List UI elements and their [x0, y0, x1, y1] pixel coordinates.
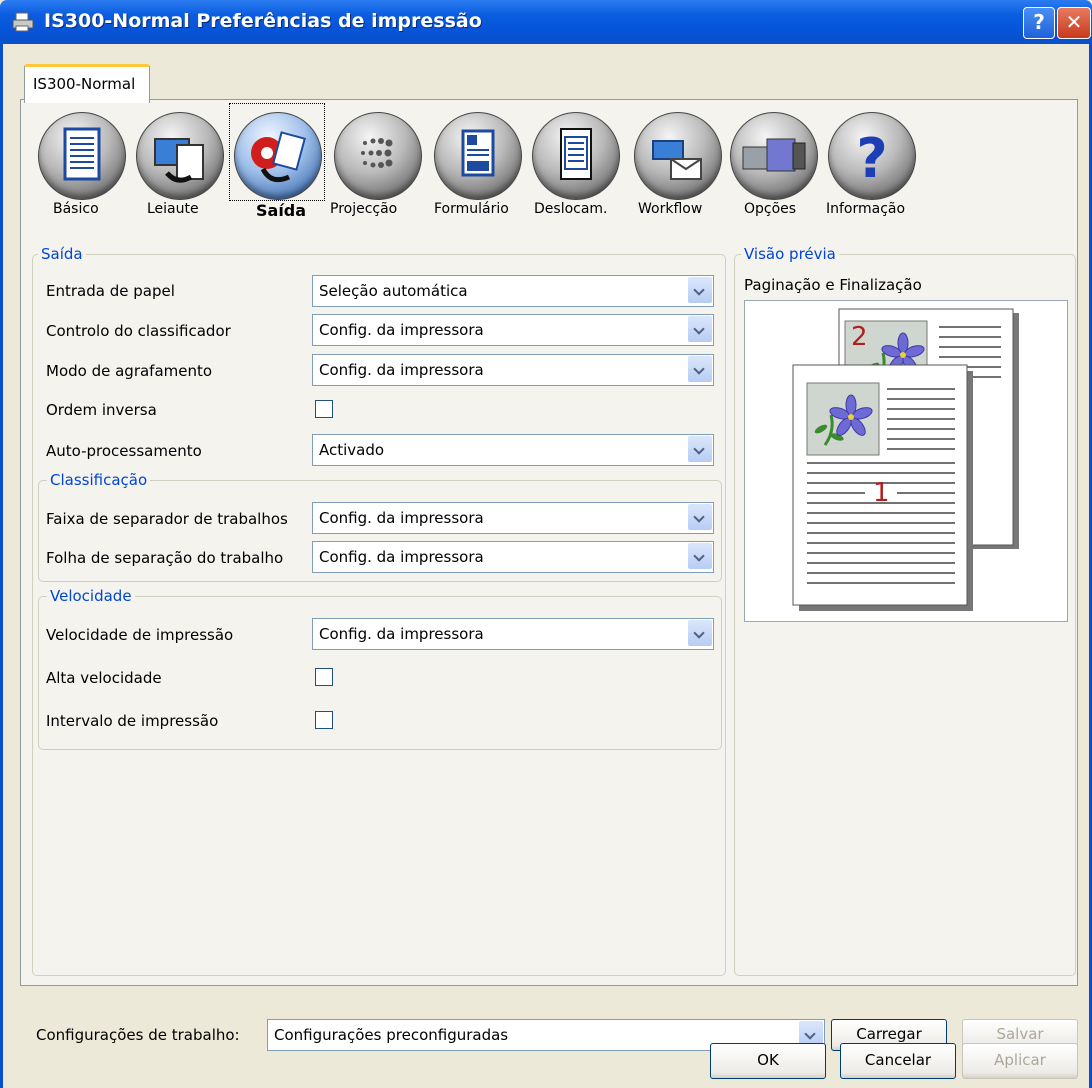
- window-border-left: [0, 44, 3, 1088]
- cancel-button[interactable]: Cancelar: [840, 1043, 956, 1079]
- separator-band-label: Faixa de separador de trabalhos: [46, 510, 288, 528]
- page-back-number: 2: [851, 322, 868, 352]
- toolbar-label-projeccao: Projecção: [330, 201, 398, 217]
- auto-process-value: Activado: [319, 441, 385, 459]
- sorter-control-label: Controlo do classificador: [46, 322, 231, 340]
- staple-mode-select[interactable]: Config. da impressora: [312, 354, 714, 386]
- window-title: IS300-Normal Preferências de impressão: [44, 10, 482, 32]
- print-speed-select[interactable]: Config. da impressora: [312, 618, 714, 650]
- output-icon: [234, 112, 322, 200]
- high-speed-label: Alta velocidade: [46, 669, 162, 687]
- workflow-icon: [634, 112, 722, 200]
- chevron-down-icon[interactable]: [688, 620, 712, 646]
- chevron-down-icon[interactable]: [688, 356, 712, 382]
- help-question-icon: ?: [828, 112, 916, 200]
- auto-process-select[interactable]: Activado: [312, 434, 714, 466]
- separator-band-select[interactable]: Config. da impressora: [312, 502, 714, 534]
- document-icon: [38, 112, 126, 200]
- separator-band-value: Config. da impressora: [319, 509, 484, 527]
- separator-sheet-select[interactable]: Config. da impressora: [312, 541, 714, 573]
- toolbar-item-saida[interactable]: Saída: [229, 103, 325, 230]
- reverse-order-label: Ordem inversa: [46, 401, 157, 419]
- print-interval-checkbox[interactable]: [315, 711, 333, 729]
- auto-process-label: Auto-processamento: [46, 442, 202, 460]
- paper-input-label: Entrada de papel: [46, 282, 175, 300]
- page-front-number: 1: [873, 478, 890, 508]
- chevron-down-icon[interactable]: [688, 504, 712, 530]
- chevron-down-icon[interactable]: [688, 436, 712, 462]
- toolbar-label-opcoes: Opções: [744, 201, 797, 217]
- chevron-down-icon[interactable]: [688, 277, 712, 303]
- paper-input-value: Seleção automática: [319, 282, 468, 300]
- toolbar-item-leiaute[interactable]: Leiaute: [134, 106, 224, 230]
- toolbar-label-deslocam: Deslocam.: [534, 201, 608, 217]
- category-toolbar: Básico Leiaute Saída Projecção Formulári…: [30, 103, 1070, 230]
- toolbar-label-basico: Básico: [53, 201, 99, 217]
- form-icon: [434, 112, 522, 200]
- preview-group-title: Visão prévia: [741, 245, 839, 263]
- toolbar-label-saida: Saída: [256, 201, 307, 220]
- tab-is300-normal[interactable]: IS300-Normal: [24, 64, 150, 103]
- paper-input-select[interactable]: Seleção automática: [312, 275, 714, 307]
- printer-icon: [12, 12, 34, 32]
- toolbar-item-workflow[interactable]: Workflow: [628, 106, 724, 230]
- chevron-down-icon[interactable]: [688, 316, 712, 342]
- high-speed-checkbox[interactable]: [315, 668, 333, 686]
- print-speed-value: Config. da impressora: [319, 625, 484, 643]
- toolbar-label-informacao: Informação: [826, 201, 906, 217]
- close-button[interactable]: ✕: [1057, 7, 1091, 39]
- toolbar-item-deslocam[interactable]: Deslocam.: [528, 106, 624, 230]
- staple-mode-value: Config. da impressora: [319, 361, 484, 379]
- halftone-icon: [334, 112, 422, 200]
- title-bar: IS300-Normal Preferências de impressão ?…: [0, 0, 1092, 44]
- output-group-title: Saída: [38, 245, 86, 263]
- toolbar-label-leiaute: Leiaute: [147, 201, 199, 217]
- monitor-layout-icon: [136, 112, 224, 200]
- toolbar-label-formulario: Formulário: [434, 201, 509, 217]
- toolbar-item-basico[interactable]: Básico: [36, 106, 126, 230]
- sorter-control-select[interactable]: Config. da impressora: [312, 314, 714, 346]
- separator-sheet-value: Config. da impressora: [319, 548, 484, 566]
- toolbar-item-formulario[interactable]: Formulário: [428, 106, 524, 230]
- toolbar-label-workflow: Workflow: [638, 201, 703, 217]
- toolbar-item-informacao[interactable]: ? Informação: [824, 106, 928, 230]
- job-settings-value: Configurações preconfiguradas: [274, 1026, 509, 1044]
- ok-button[interactable]: OK: [710, 1043, 826, 1079]
- shift-icon: [532, 112, 620, 200]
- apply-button[interactable]: Aplicar: [962, 1043, 1078, 1079]
- options-icon: [730, 112, 818, 200]
- sorter-control-value: Config. da impressora: [319, 321, 484, 339]
- job-settings-label: Configurações de trabalho:: [36, 1026, 240, 1044]
- toolbar-item-projeccao[interactable]: Projecção: [330, 106, 424, 230]
- print-speed-label: Velocidade de impressão: [46, 626, 234, 644]
- help-button[interactable]: ?: [1023, 7, 1055, 39]
- print-interval-label: Intervalo de impressão: [46, 712, 219, 730]
- separator-sheet-label: Folha de separação do trabalho: [46, 549, 284, 567]
- page-preview-image: 2 1: [792, 308, 1019, 611]
- reverse-order-checkbox[interactable]: [315, 400, 333, 418]
- svg-text:?: ?: [856, 127, 887, 190]
- toolbar-item-opcoes[interactable]: Opções: [728, 106, 824, 230]
- preview-pane: 2 1: [744, 300, 1068, 622]
- preview-caption: Paginação e Finalização: [744, 276, 922, 294]
- sorting-group-title: Classificação: [47, 471, 151, 489]
- speed-group-title: Velocidade: [47, 587, 135, 605]
- staple-mode-label: Modo de agrafamento: [46, 362, 213, 380]
- tab-label: IS300-Normal: [33, 75, 136, 93]
- chevron-down-icon[interactable]: [688, 543, 712, 569]
